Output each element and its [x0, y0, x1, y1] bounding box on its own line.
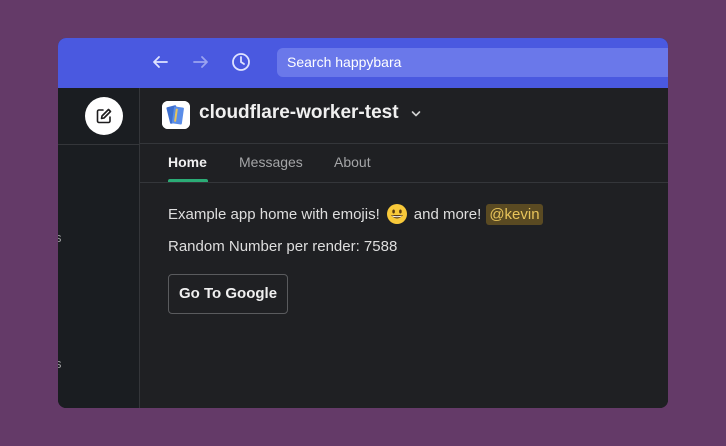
app-header: cloudflare-worker-test: [140, 88, 668, 144]
sidebar-item-fragment[interactable]: s: [58, 356, 62, 371]
sidebar-divider: [58, 144, 140, 145]
clock-icon: [232, 53, 250, 71]
grinning-face-emoji: [386, 204, 407, 224]
random-number-text: Random Number per render: 7588: [168, 238, 398, 255]
tab-home[interactable]: Home: [168, 154, 207, 170]
go-to-google-button[interactable]: Go To Google: [168, 274, 289, 314]
greeting-line: Example app home with emojis! and more! …: [168, 201, 543, 227]
user-mention[interactable]: @kevin: [486, 203, 543, 225]
arrow-right-icon: [193, 56, 208, 68]
arrow-left-icon: [153, 56, 168, 68]
history-button[interactable]: [229, 50, 253, 74]
active-tab-indicator: [168, 179, 208, 182]
app-window: Search happybara s s cloudflare-worker-t…: [58, 38, 668, 408]
top-bar: Search happybara: [58, 38, 668, 88]
forward-button[interactable]: [189, 50, 213, 74]
app-book-icon: [162, 101, 190, 129]
greeting-text: Example app home with emojis!: [168, 205, 380, 223]
search-input[interactable]: Search happybara: [277, 48, 668, 77]
compose-icon: [96, 108, 112, 124]
back-button[interactable]: [148, 50, 172, 74]
app-home-panel: cloudflare-worker-test Home Messages Abo…: [140, 88, 668, 408]
compose-button[interactable]: [85, 97, 123, 135]
greeting-suffix: and more!: [413, 205, 482, 223]
app-title[interactable]: cloudflare-worker-test: [199, 102, 399, 124]
sidebar-item-fragment[interactable]: s: [58, 230, 62, 245]
chevron-down-icon[interactable]: [410, 108, 422, 120]
app-tabs: Home Messages About: [140, 144, 668, 183]
tab-about[interactable]: About: [334, 154, 371, 170]
workspace-sidebar: s s: [58, 88, 140, 408]
tab-messages[interactable]: Messages: [239, 154, 303, 170]
